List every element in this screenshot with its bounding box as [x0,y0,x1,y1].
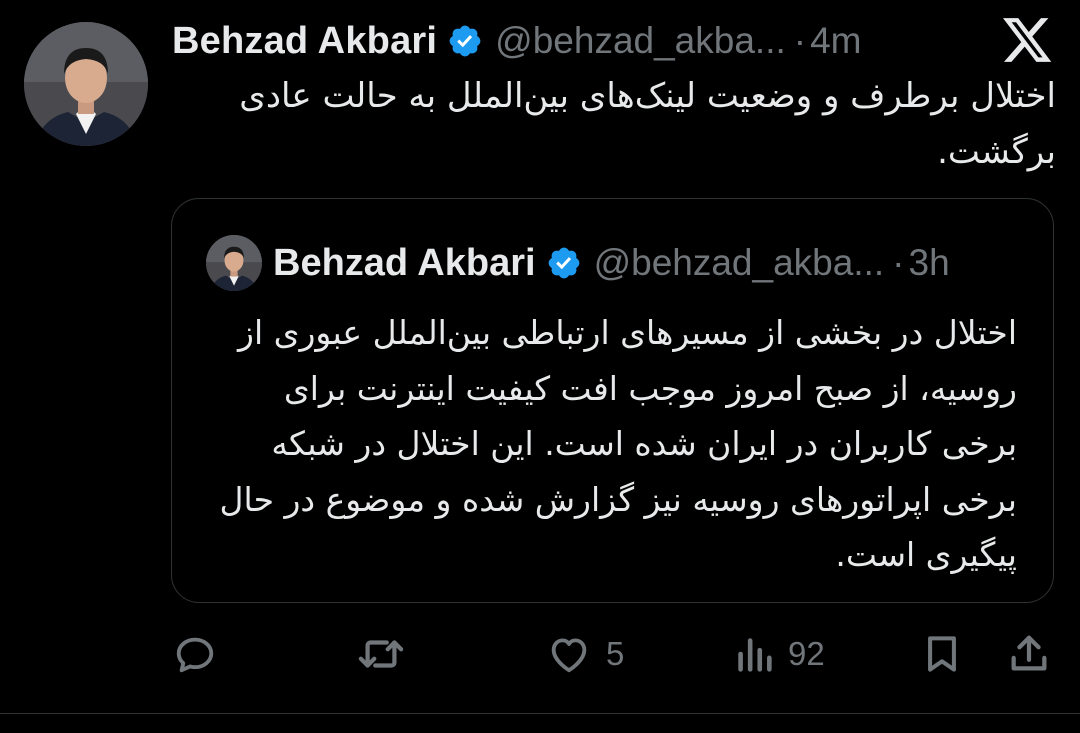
views-button[interactable]: 92 [734,625,825,683]
quoted-author-handle[interactable]: @behzad_akba... [594,242,885,284]
tweet[interactable]: Behzad Akbari @behzad_akba... · 4m اختلا… [0,0,1080,733]
retweet-button[interactable] [356,625,406,683]
like-count: 5 [606,635,625,672]
share-button[interactable] [1006,625,1052,683]
bookmark-button[interactable] [920,625,964,683]
quoted-avatar[interactable] [206,235,262,291]
views-icon [734,631,774,677]
views-count: 92 [788,635,825,672]
separator-dot: · [793,20,807,61]
tweet-text: اختلال برطرف و وضعیت لینک‌های بین‌الملل … [239,76,1056,172]
avatar[interactable] [24,22,148,146]
author-name[interactable]: Behzad Akbari [172,20,437,63]
like-button[interactable]: 5 [546,625,624,683]
action-bar: 5 92 [0,625,1080,683]
reply-button[interactable] [172,625,218,683]
heart-icon [546,631,592,677]
x-logo-icon [1003,18,1053,64]
share-icon [1006,631,1052,677]
reply-icon [172,631,218,677]
quoted-tweet[interactable]: Behzad Akbari @behzad_akba... · 3h اختلا… [171,198,1054,603]
quoted-tweet-text: اختلال در بخشی از مسیرهای ارتباطی بین‌ال… [219,313,1017,574]
quoted-author-name[interactable]: Behzad Akbari [273,242,536,285]
verified-badge-icon [546,245,582,281]
author-handle[interactable]: @behzad_akba... [495,20,786,62]
verified-badge-icon [447,23,483,59]
retweet-icon [356,631,406,677]
separator-dot: · [892,242,905,283]
divider [0,713,1080,714]
tweet-header: Behzad Akbari @behzad_akba... · 4m [172,14,862,68]
bookmark-icon [920,631,964,677]
quoted-header: Behzad Akbari @behzad_akba... · 3h [273,237,950,289]
quoted-timestamp[interactable]: 3h [909,242,950,284]
timestamp[interactable]: 4m [810,20,861,62]
